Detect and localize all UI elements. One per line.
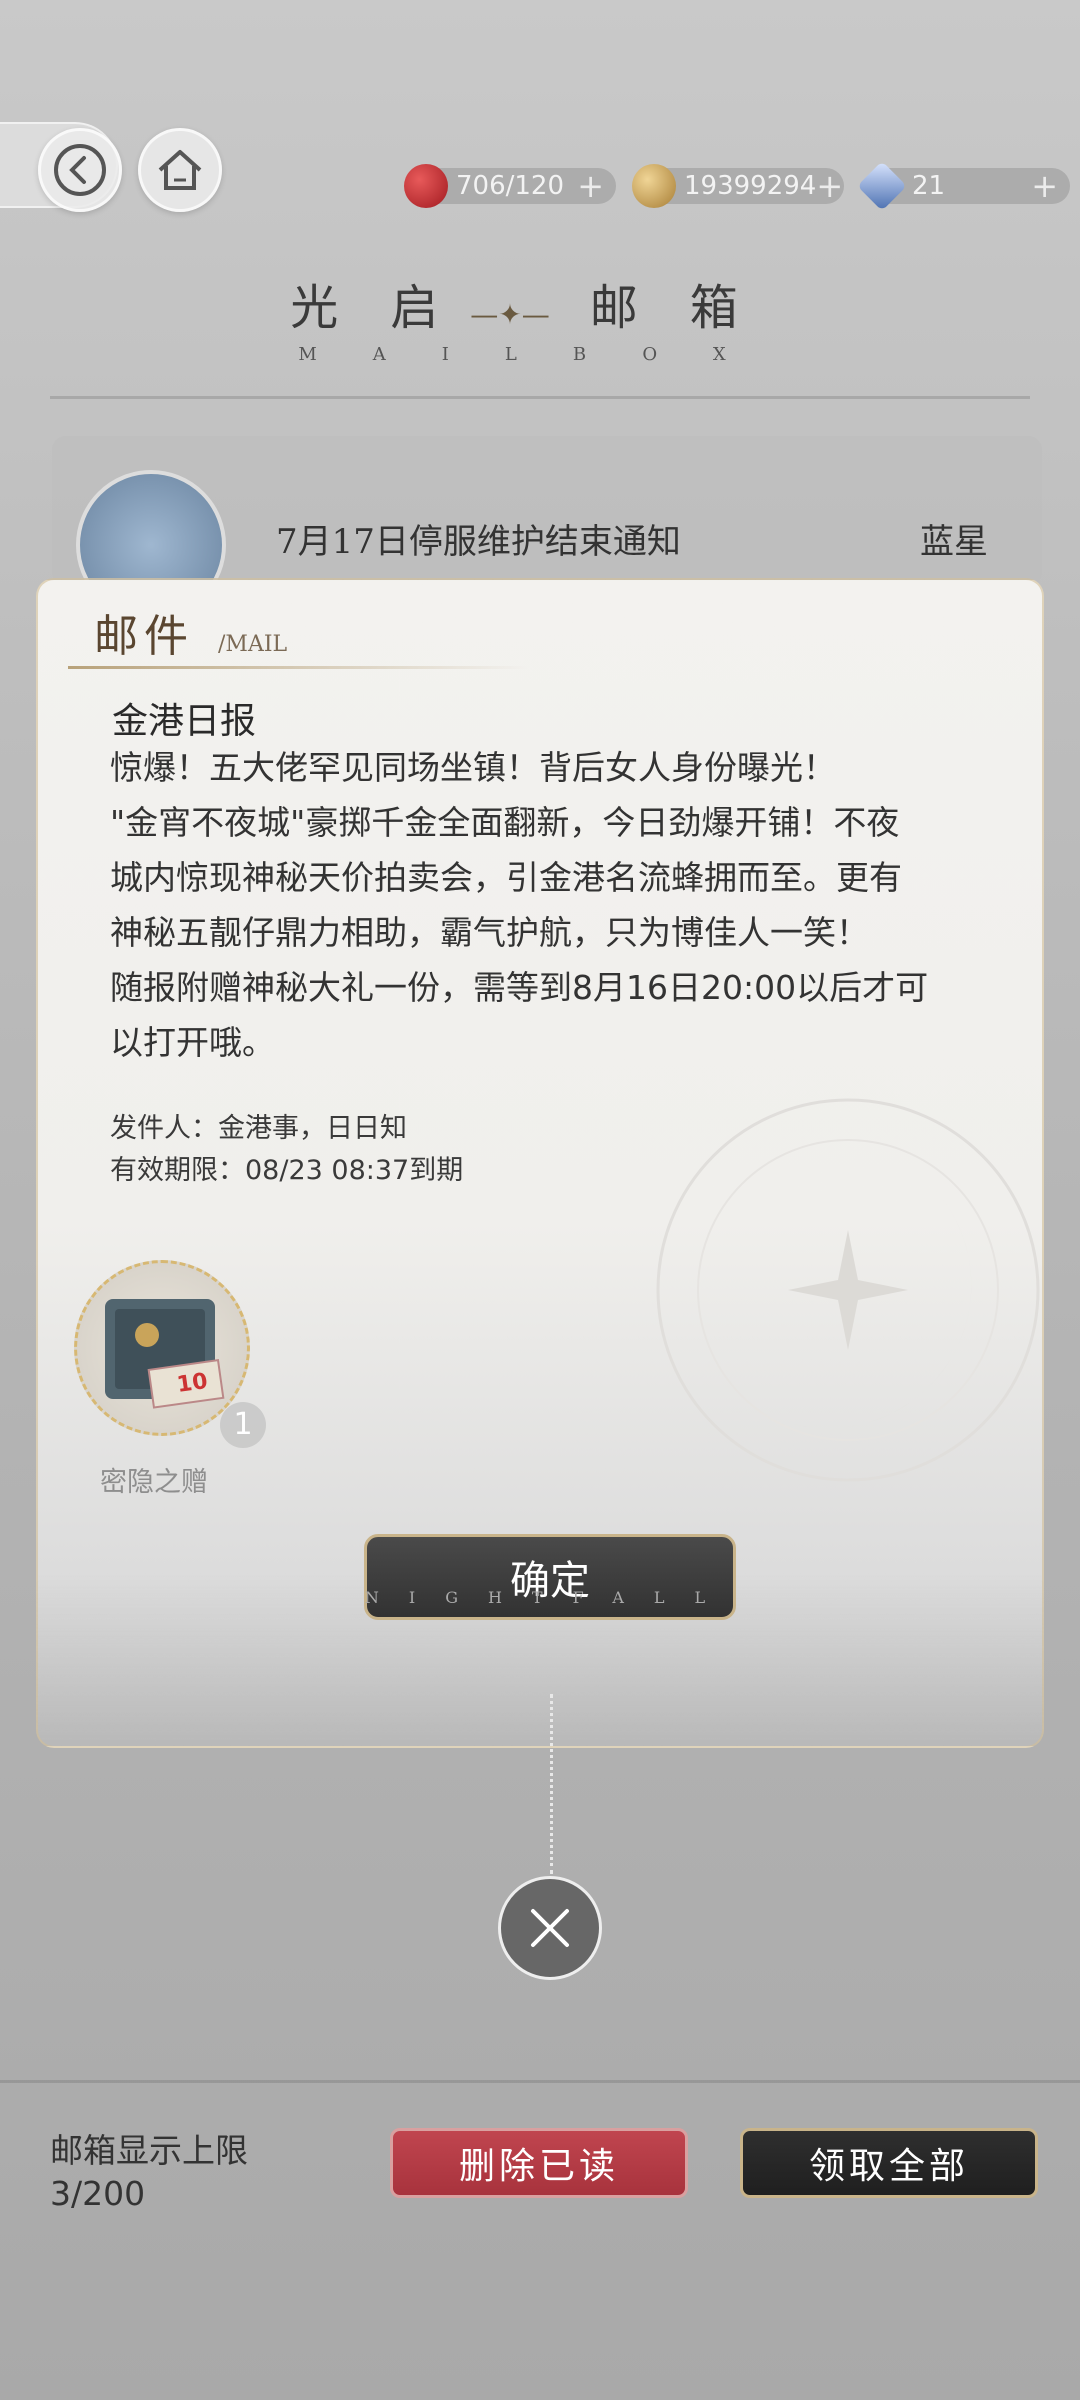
apple-stamina-icon [404,164,448,208]
crystal-value: 21 [912,171,946,201]
confirm-button[interactable]: 确定 [364,1534,736,1620]
mailbox-limit-value: 3/200 [50,2174,146,2213]
mail-expire: 有效期限：08/23 08:37到期 [110,1155,464,1186]
delete-read-label: 删除已读 [458,2146,619,2187]
svg-text:10: 10 [175,1369,209,1398]
home-icon [158,150,202,190]
safe-box-icon: 10 [105,1299,225,1409]
mail-from: 发件人：金港事，日日知 [110,1113,407,1144]
add-gold-icon[interactable]: + [816,167,843,205]
mail-body-line: 城内惊现神秘天价拍卖会，引金港名流蜂拥而至。更有 [110,858,902,897]
add-crystal-icon[interactable]: + [1031,167,1058,205]
close-icon [531,1909,569,1947]
resource-stamina[interactable]: 706/120 + [404,164,616,208]
mail-list-item[interactable]: 7月17日停服维护结束通知 蓝星 [52,436,1042,620]
moon-compass-icon [656,1098,1040,1482]
page-title-right: 邮箱 [589,280,790,336]
reward-name: 密隐之赠 [100,1467,208,1498]
reward-count-badge: 1 [220,1402,266,1448]
mail-item-sender: 蓝星 [920,522,988,562]
mail-body-line: 神秘五靓仔鼎力相助，霸气护航，只为博佳人一笑！ [110,913,869,952]
home-button[interactable] [138,128,222,212]
delete-read-button[interactable]: 删除已读 [390,2128,688,2198]
mail-body-line: "金宵不夜城"豪掷千金全面翻新，今日劲爆开铺！不夜 [110,803,900,842]
mail-body-line: 惊爆！五大佬罕见同场坐镇！背后女人身份曝光！ [110,748,836,787]
back-arrow-icon [54,144,106,196]
claim-all-label: 领取全部 [808,2146,969,2187]
stamina-value: 706/120 [456,171,565,201]
page-title: 光启—✦— 邮箱 [0,268,1080,338]
gold-value: 19399294 [684,171,817,201]
mail-sender-title: 金港日报 [112,701,257,742]
modal-label: 邮件 [94,611,194,662]
page-subtitle: MAILBOX [298,344,782,365]
header-divider [50,396,1030,399]
mail-item-title: 7月17日停服维护结束通知 [276,522,681,562]
mail-body-line: 以打开哦。 [110,1023,275,1062]
bottom-divider [0,2080,1080,2083]
resource-crystal[interactable]: 21 + [857,161,1070,211]
mail-body: 惊爆！五大佬罕见同场坐镇！背后女人身份曝光！ "金宵不夜城"豪掷千金全面翻新，今… [110,740,980,1070]
claim-all-button[interactable]: 领取全部 [740,2128,1038,2198]
confirm-button-sub: NIGHTFALL [364,1588,736,1607]
add-stamina-icon[interactable]: + [577,167,604,205]
reward-item[interactable]: 10 [74,1260,250,1436]
gold-coin-icon [632,164,676,208]
modal-label-en: /MAIL [218,632,288,657]
back-button[interactable] [38,128,122,212]
close-button[interactable] [498,1876,602,1980]
modal-label-divider [68,666,528,669]
mail-body-line: 随报附赠神秘大礼一份，需等到8月16日20:00以后才可 [110,968,929,1007]
dotted-connector [550,1694,553,1874]
mailbox-limit-label: 邮箱显示上限 [50,2131,248,2170]
resource-gold[interactable]: 19399294 + [632,164,844,208]
page-title-left: 光启 [290,280,491,336]
title-ornament-icon: —✦— [470,298,550,331]
blue-crystal-icon [857,161,907,211]
